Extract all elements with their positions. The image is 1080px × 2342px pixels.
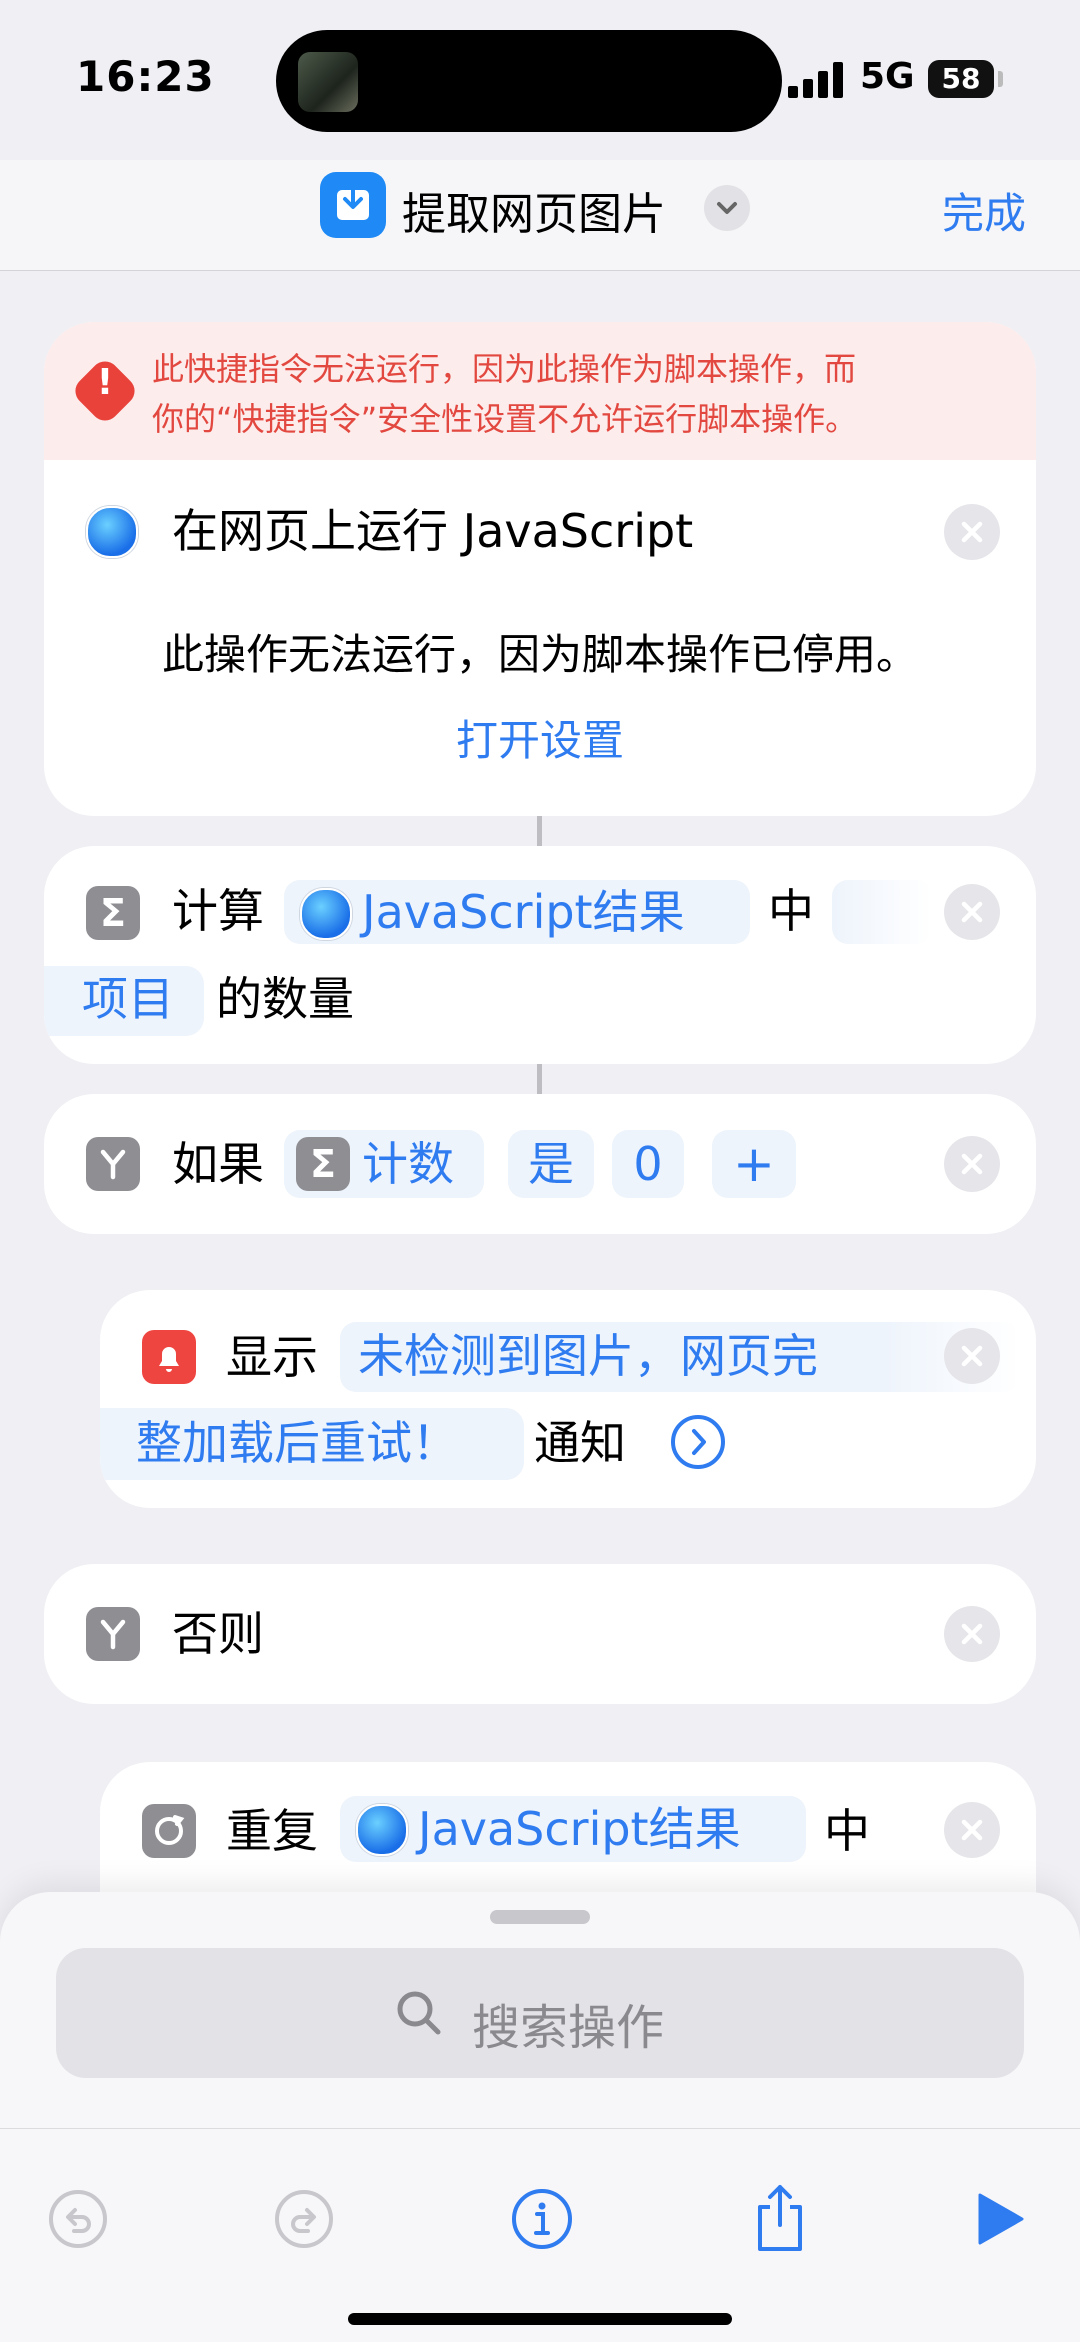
javascript-result-token[interactable]: JavaScript结果 xyxy=(340,1796,806,1862)
safari-icon xyxy=(356,1804,408,1856)
items-token[interactable]: 项目 xyxy=(44,966,204,1036)
count-variable-label: 计数 xyxy=(362,1137,454,1191)
search-input[interactable]: 搜索操作 xyxy=(56,1948,1024,2078)
remove-action-close-icon[interactable] xyxy=(944,1136,1000,1192)
chevron-down-icon[interactable] xyxy=(704,185,750,231)
value-token[interactable]: 0 xyxy=(612,1130,684,1198)
search-placeholder: 搜索操作 xyxy=(472,2000,665,2056)
javascript-result-label: JavaScript结果 xyxy=(362,885,685,939)
show-notification-card[interactable]: 显示 未检测到图片，网页完 整加载后重试！ 通知 xyxy=(100,1290,1036,1508)
message-token-line2[interactable]: 整加载后重试！ xyxy=(100,1408,524,1480)
safari-icon xyxy=(86,506,138,558)
undo-icon[interactable] xyxy=(48,2189,108,2249)
operator-token[interactable]: 是 xyxy=(508,1130,594,1198)
done-button[interactable]: 完成 xyxy=(942,180,1026,241)
repeat-in: 中 xyxy=(824,1804,870,1858)
bell-icon xyxy=(142,1330,196,1384)
sheet-grabber[interactable] xyxy=(490,1910,590,1924)
share-icon[interactable] xyxy=(748,2181,812,2253)
remove-action-close-icon[interactable] xyxy=(944,1606,1000,1662)
open-settings-link[interactable]: 打开设置 xyxy=(44,720,1036,762)
play-icon[interactable] xyxy=(970,2191,1026,2247)
shortcut-title[interactable]: 提取网页图片 xyxy=(402,178,666,242)
redo-icon[interactable] xyxy=(274,2189,334,2249)
search-icon xyxy=(392,1986,446,2040)
javascript-result-label: JavaScript结果 xyxy=(418,1802,741,1856)
nav-bar: 提取网页图片 完成 xyxy=(0,160,1080,271)
branch-icon xyxy=(86,1137,140,1191)
repeat-icon xyxy=(142,1804,196,1858)
disabled-message: 此操作无法运行，因为脚本操作已停用。 xyxy=(161,630,918,679)
notify-verb: 显示 xyxy=(226,1330,318,1384)
remove-action-close-icon[interactable] xyxy=(944,1802,1000,1858)
count-in: 中 xyxy=(768,884,814,938)
now-playing-artwork xyxy=(298,52,358,112)
empty-token[interactable] xyxy=(832,880,932,944)
network-type: 5G xyxy=(860,56,915,97)
otherwise-label: 否则 xyxy=(172,1607,264,1661)
javascript-result-token[interactable]: JavaScript结果 xyxy=(284,880,750,944)
run-javascript-card[interactable]: ! 此快捷指令无法运行，因为此操作为脚本操作，而 你的“快捷指令”安全性设置不允… xyxy=(44,322,1036,816)
battery-tip xyxy=(998,71,1003,87)
message-token-line1[interactable]: 未检测到图片，网页完 xyxy=(340,1322,1020,1392)
status-bar: 16:23 5G 58 xyxy=(0,0,1080,160)
home-indicator xyxy=(348,2313,732,2325)
if-action-card[interactable]: 如果 计数 Σ 是 0 + xyxy=(44,1094,1036,1234)
action-title: 在网页上运行 JavaScript xyxy=(172,504,694,558)
safari-icon xyxy=(300,888,352,940)
error-line-1: 此快捷指令无法运行，因为此操作为脚本操作，而 xyxy=(152,350,857,388)
flow-connector xyxy=(537,1064,542,1094)
if-verb: 如果 xyxy=(172,1137,264,1191)
count-verb: 计算 xyxy=(172,884,264,938)
error-banner: ! 此快捷指令无法运行，因为此操作为脚本操作，而 你的“快捷指令”安全性设置不允… xyxy=(44,322,1036,460)
branch-icon xyxy=(86,1607,140,1661)
shortcut-download-icon[interactable] xyxy=(320,172,386,238)
action-search-sheet: 搜索操作 xyxy=(0,1892,1080,2128)
add-condition-button[interactable]: + xyxy=(712,1130,796,1198)
count-action-card[interactable]: Σ 计算 JavaScript结果 中 项目 的数量 xyxy=(44,846,1036,1064)
sigma-icon: Σ xyxy=(296,1137,350,1191)
remove-action-close-icon[interactable] xyxy=(944,504,1000,560)
status-time: 16:23 xyxy=(76,52,215,101)
error-message: 此快捷指令无法运行，因为此操作为脚本操作，而 你的“快捷指令”安全性设置不允许运… xyxy=(152,344,857,444)
cellular-signal-icon xyxy=(788,62,844,98)
remove-action-close-icon[interactable] xyxy=(944,884,1000,940)
flow-connector xyxy=(537,816,542,846)
battery-icon: 58 xyxy=(928,60,994,98)
otherwise-action-card[interactable]: 否则 xyxy=(44,1564,1036,1704)
info-icon[interactable] xyxy=(510,2187,574,2251)
sigma-icon: Σ xyxy=(86,886,140,940)
count-suffix: 的数量 xyxy=(216,972,354,1026)
notify-suffix: 通知 xyxy=(534,1416,626,1470)
dynamic-island[interactable] xyxy=(276,30,782,132)
chevron-right-circle-icon[interactable] xyxy=(670,1414,726,1470)
bottom-toolbar xyxy=(0,2128,1080,2342)
remove-action-close-icon[interactable] xyxy=(944,1328,1000,1384)
error-line-2: 你的“快捷指令”安全性设置不允许运行脚本操作。 xyxy=(152,400,858,438)
repeat-verb: 重复 xyxy=(226,1804,318,1858)
